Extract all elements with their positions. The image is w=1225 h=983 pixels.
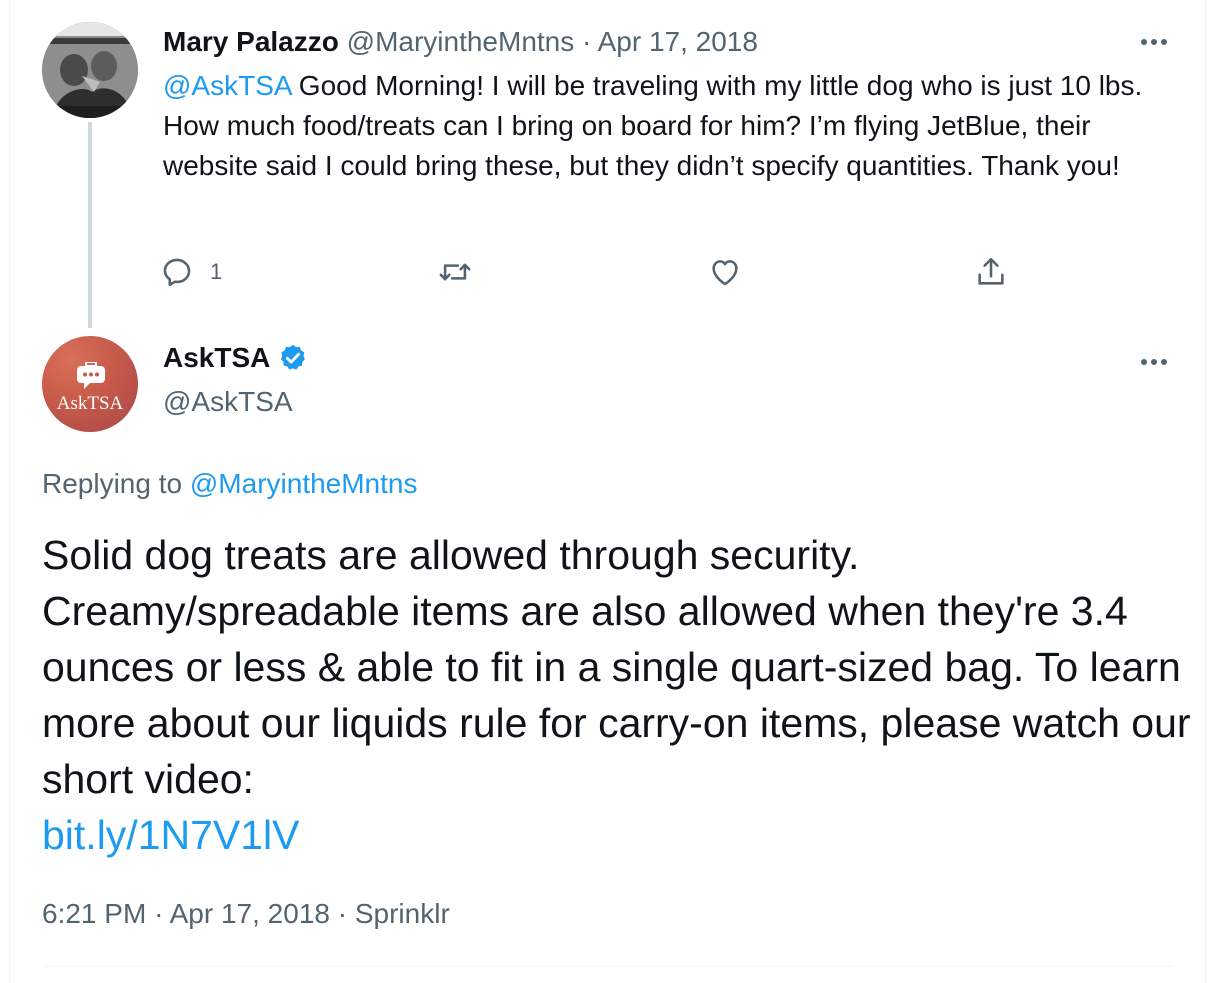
more-horizontal-icon[interactable] (1136, 350, 1172, 374)
tweet-date[interactable]: Apr 17, 2018 (170, 898, 330, 929)
left-border (9, 0, 10, 983)
tweet-body: Good Morning! I will be traveling with m… (163, 70, 1143, 181)
right-border (1205, 0, 1206, 983)
meta-separator: · (337, 898, 348, 929)
tweet-timestamp: 6:21 PM · Apr 17, 2018 · Sprinklr (42, 896, 450, 932)
reply-count: 1 (210, 259, 223, 284)
reply-button[interactable]: 1 (160, 250, 222, 294)
thread-connector-line (88, 122, 92, 328)
mention-link[interactable]: @AskTSA (163, 70, 291, 101)
avatar-label: AskTSA (56, 393, 124, 414)
retweet-button[interactable] (438, 250, 472, 294)
tweet-link[interactable]: bit.ly/1N7V1lV (42, 812, 300, 858)
retweet-icon (439, 263, 471, 281)
replying-to-mention[interactable]: @MaryintheMntns (190, 468, 418, 499)
avatar-photo (42, 22, 138, 118)
tweet-header: Mary Palazzo @MaryintheMntns · Apr 17, 2… (163, 24, 758, 60)
like-button[interactable] (708, 250, 742, 294)
tweet-time[interactable]: 6:21 PM (42, 898, 146, 929)
display-name[interactable]: Mary Palazzo (163, 26, 339, 57)
reply-icon (163, 258, 191, 287)
display-name-row: AskTSA (163, 340, 308, 376)
verified-badge-icon[interactable] (278, 343, 308, 373)
meta-separator: · (582, 26, 592, 57)
share-button[interactable] (974, 250, 1008, 294)
like-icon (712, 260, 738, 286)
more-horizontal-icon[interactable] (1136, 30, 1172, 54)
tweet-actions: 1 (160, 250, 1040, 294)
chat-bubble-icon (77, 362, 105, 389)
meta-separator: · (154, 898, 164, 929)
divider (42, 966, 1173, 967)
avatar-asktsa[interactable]: AskTSA (42, 336, 138, 432)
tweet-text: Solid dog treats are allowed through sec… (42, 527, 1192, 863)
display-name[interactable]: AskTSA (163, 340, 270, 376)
avatar-mary-palazzo[interactable] (42, 22, 138, 118)
tweet-body: Solid dog treats are allowed through sec… (42, 532, 1191, 802)
replying-to: Replying to @MaryintheMntns (42, 466, 417, 502)
tweet-text: @AskTSA Good Morning! I will be travelin… (163, 66, 1173, 186)
tweet-thread: Mary Palazzo @MaryintheMntns · Apr 17, 2… (0, 0, 1225, 983)
tweet-source[interactable]: Sprinklr (355, 898, 450, 929)
tweet-date[interactable]: Apr 17, 2018 (598, 26, 758, 57)
share-icon (978, 257, 1004, 285)
handle[interactable]: @AskTSA (163, 384, 293, 420)
handle[interactable]: @MaryintheMntns (347, 26, 575, 57)
replying-label: Replying to (42, 468, 183, 499)
